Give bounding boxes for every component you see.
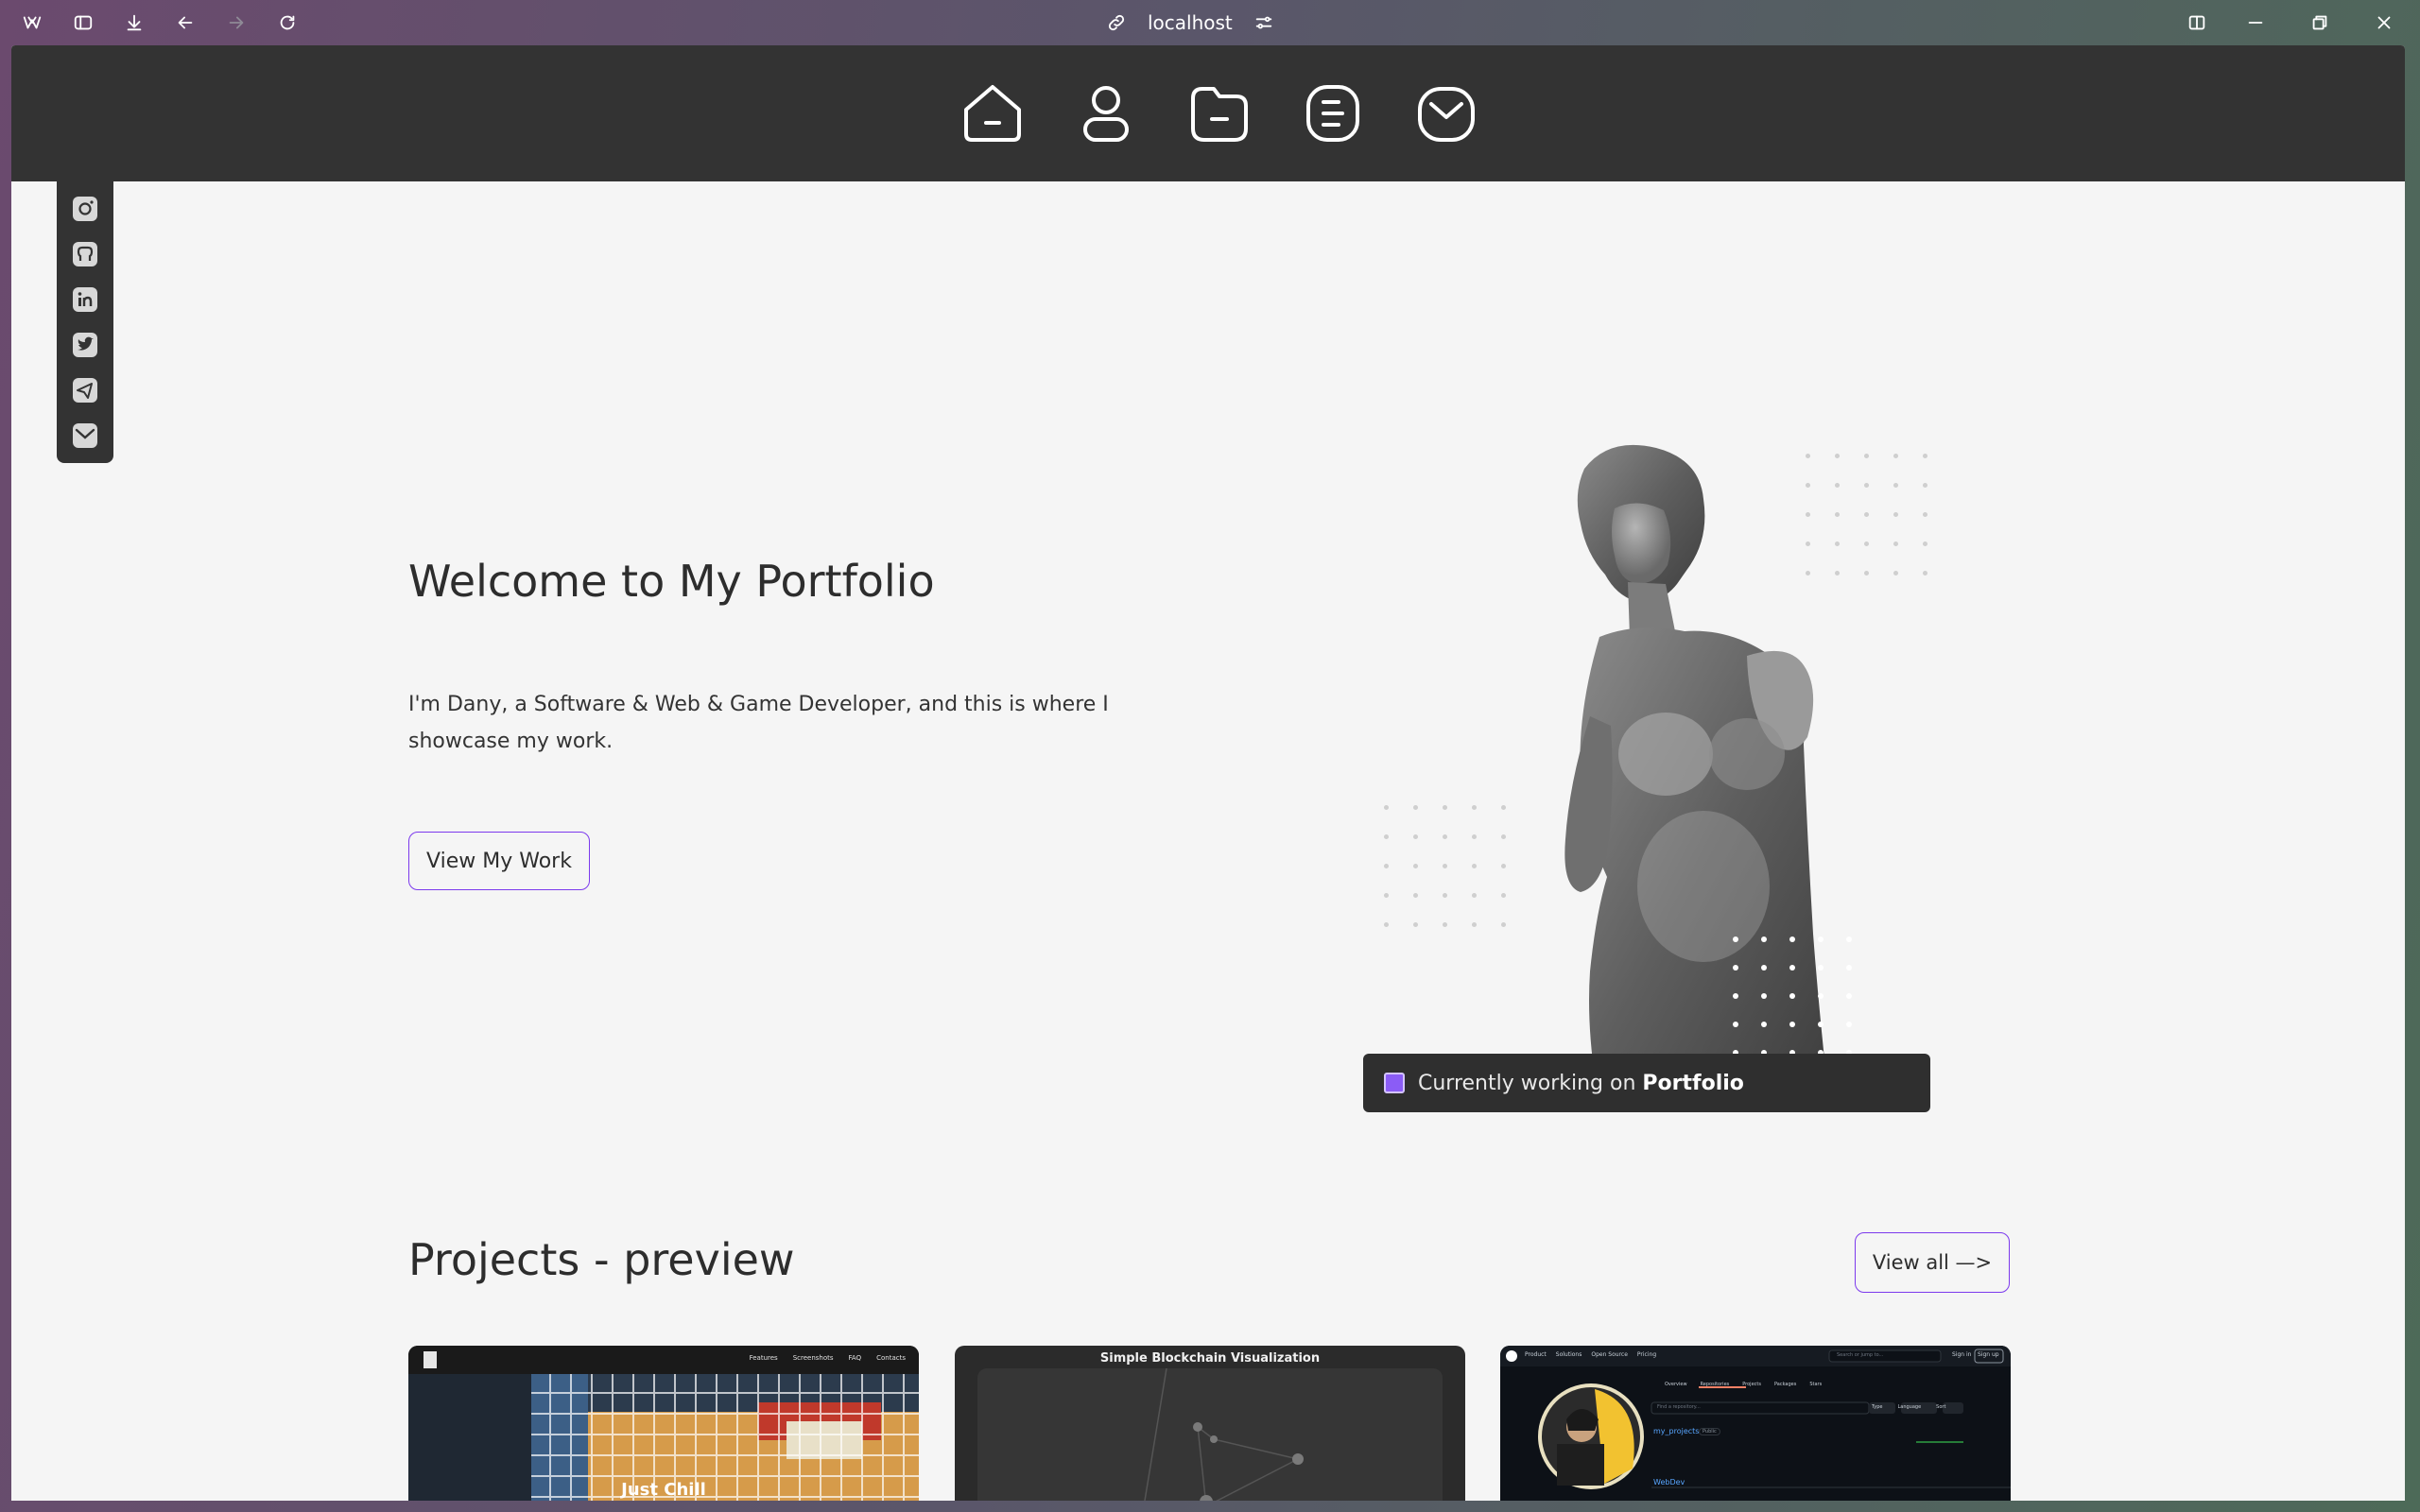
project-1-thumbnail xyxy=(408,1346,919,1501)
project-3-thumbnail xyxy=(1500,1346,2011,1489)
back-icon[interactable] xyxy=(168,8,202,38)
project-3-tab: Repositories xyxy=(1700,1382,1730,1387)
project-3-tab: Stars xyxy=(1809,1382,1823,1387)
view-all-button[interactable]: View all —> xyxy=(1855,1232,2010,1293)
page-viewport: Welcome to My Portfolio I'm Dany, a Soft… xyxy=(11,45,2405,1501)
hero-subtitle: I'm Dany, a Software & Web & Game Develo… xyxy=(408,693,1109,753)
nav-blog-icon[interactable] xyxy=(1301,81,1365,146)
address-bar[interactable]: localhost xyxy=(1106,8,1274,38)
project-3-repo-badge: Public xyxy=(1699,1428,1720,1435)
social-sidebar xyxy=(57,181,113,463)
hero-title: Welcome to My Portfolio xyxy=(408,556,935,607)
project-2-thumbnail xyxy=(977,1367,1443,1501)
link-icon xyxy=(1108,14,1125,31)
project-1-nav-link: Features xyxy=(749,1354,778,1362)
status-prefix: Currently working on xyxy=(1418,1071,1636,1095)
project-3-sign-up: Sign up xyxy=(1978,1351,1999,1358)
project-1-nav: Features Screenshots FAQ Contacts xyxy=(750,1354,906,1362)
browser-logo-icon[interactable] xyxy=(15,8,49,38)
project-3-tab: Overview xyxy=(1665,1382,1687,1387)
address-text[interactable]: localhost xyxy=(1148,11,1233,34)
twitter-icon[interactable] xyxy=(71,331,99,359)
project-1-nav-link: Screenshots xyxy=(792,1354,834,1362)
top-navigation xyxy=(11,45,2405,181)
project-3-tab: Projects xyxy=(1742,1382,1761,1387)
project-1-nav-link: FAQ xyxy=(848,1354,862,1362)
reload-icon[interactable] xyxy=(270,8,304,38)
project-3-nav: Product Solutions Open Source Pricing xyxy=(1525,1351,1656,1358)
email-icon[interactable] xyxy=(71,421,99,450)
project-3-repo-search: Find a repository... xyxy=(1657,1404,1701,1410)
project-3-filter: Sort xyxy=(1936,1404,1946,1410)
project-3-filter: Language xyxy=(1897,1404,1922,1410)
github-icon[interactable] xyxy=(71,240,99,268)
project-3-sign-in: Sign in xyxy=(1952,1351,1972,1358)
sidebar-toggle-icon[interactable] xyxy=(66,8,100,38)
project-card-2[interactable]: Simple Blockchain Visualization xyxy=(955,1346,1465,1501)
project-3-nav-link: Product xyxy=(1525,1351,1547,1358)
browser-toolbar: localhost xyxy=(0,0,2420,45)
project-1-caption: Just Chill xyxy=(621,1480,706,1500)
project-3-filter: Type xyxy=(1872,1404,1883,1410)
instagram-icon[interactable] xyxy=(71,195,99,223)
projects-preview-title: Projects - preview xyxy=(408,1234,795,1285)
project-3-nav-link: Solutions xyxy=(1555,1351,1582,1358)
project-3-filters: Type Language Sort xyxy=(1872,1404,1945,1410)
status-project-name: Portfolio xyxy=(1642,1071,1744,1095)
downloads-icon[interactable] xyxy=(117,8,151,38)
view-my-work-button[interactable]: View My Work xyxy=(408,832,590,890)
linkedin-icon[interactable] xyxy=(71,285,99,314)
project-3-repo: my_projects xyxy=(1653,1427,1700,1435)
nav-home-icon[interactable] xyxy=(960,81,1025,146)
close-icon[interactable] xyxy=(2367,8,2401,38)
forward-icon[interactable] xyxy=(219,8,253,38)
project-card-3[interactable]: Product Solutions Open Source Pricing Se… xyxy=(1500,1346,2011,1501)
site-settings-icon[interactable] xyxy=(1253,12,1274,33)
status-square-icon xyxy=(1384,1073,1405,1093)
split-view-icon[interactable] xyxy=(2180,8,2214,38)
nav-contact-icon[interactable] xyxy=(1414,81,1478,146)
nav-projects-icon[interactable] xyxy=(1187,81,1252,146)
project-3-nav-link: Open Source xyxy=(1591,1351,1628,1358)
project-3-nav-link: Pricing xyxy=(1636,1351,1657,1358)
project-3-tabs: Overview Repositories Projects Packages … xyxy=(1665,1382,1822,1387)
venus-statue-image xyxy=(1564,444,1852,1094)
current-project-status: Currently working on Portfolio xyxy=(1363,1054,1930,1112)
project-3-tab: Packages xyxy=(1773,1382,1797,1387)
project-1-nav-link: Contacts xyxy=(876,1354,906,1362)
project-3-repo: WebDev xyxy=(1653,1478,1685,1486)
project-card-1[interactable]: Features Screenshots FAQ Contacts Just C… xyxy=(408,1346,919,1501)
restore-icon[interactable] xyxy=(2303,8,2337,38)
nav-about-icon[interactable] xyxy=(1074,81,1138,146)
telegram-icon[interactable] xyxy=(71,376,99,404)
minimize-icon[interactable] xyxy=(2238,8,2273,38)
project-3-search: Search or jump to... xyxy=(1837,1352,1884,1358)
